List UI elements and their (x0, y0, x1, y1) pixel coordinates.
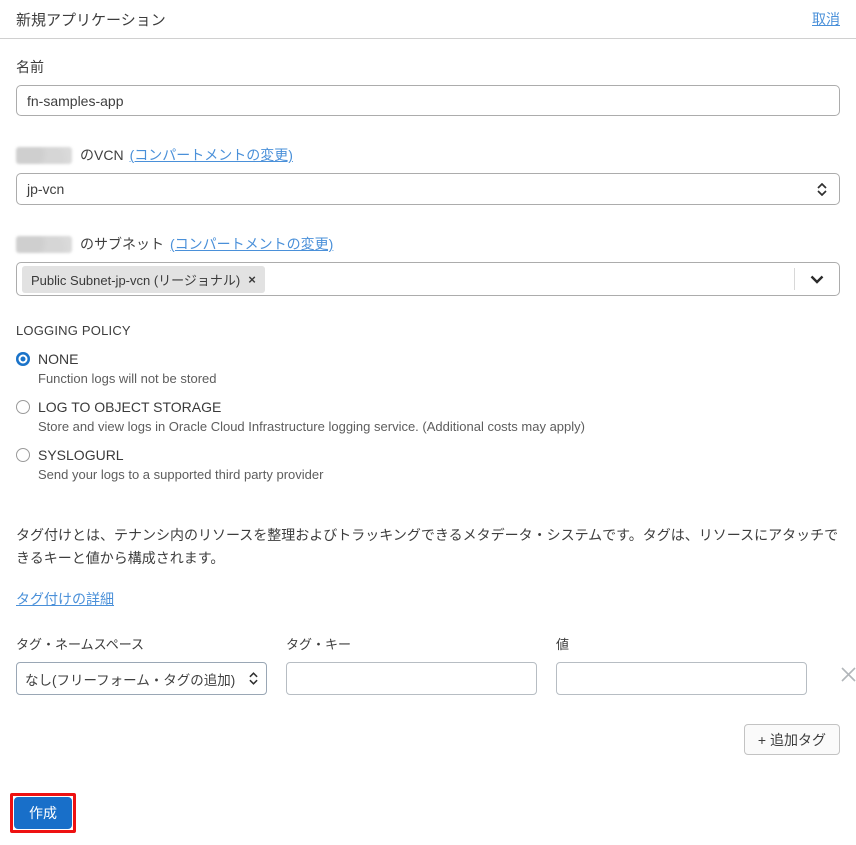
create-button[interactable]: 作成 (14, 797, 72, 829)
subnet-label-row: のサブネット (コンパートメントの変更) (16, 234, 840, 254)
tag-key-column: タグ・キー (286, 634, 537, 695)
page-title: 新規アプリケーション (16, 11, 166, 29)
tagging-description: タグ付けとは、テナンシ内のリソースを整理およびトラッキングできるメタデータ・シス… (16, 527, 839, 566)
annotation-highlight-box: 作成 (10, 793, 76, 833)
radio-icon[interactable] (16, 400, 30, 414)
subnet-change-compartment-link[interactable]: (コンパートメントの変更) (170, 234, 333, 254)
name-label: 名前 (16, 59, 44, 75)
chip-remove-icon[interactable]: × (248, 273, 256, 286)
dialog-footer: 作成 (10, 793, 840, 845)
chevron-down-icon[interactable] (795, 275, 839, 284)
subnet-label: のサブネット (80, 236, 164, 252)
redacted-compartment-name (16, 235, 72, 253)
tagging-details-link[interactable]: タグ付けの詳細 (16, 589, 114, 609)
radio-description: Send your logs to a supported third part… (38, 467, 324, 482)
tag-namespace-column: タグ・ネームスペース なし(フリーフォーム・タグの追加) (16, 634, 267, 695)
radio-option-object-storage[interactable]: LOG TO OBJECT STORAGE (16, 399, 840, 415)
tag-key-label: タグ・キー (286, 637, 352, 652)
radio-option-syslogurl[interactable]: SYSLOGURL (16, 447, 840, 463)
multiselect-controls (794, 263, 839, 295)
tag-value-column: 値 (556, 634, 807, 695)
subnet-chip: Public Subnet-jp-vcn (リージョナル) × (22, 265, 265, 293)
select-stepper-icon (817, 182, 827, 196)
form-body: 名前 のVCN (コンパートメントの変更) jp-vcn のサブネット (コンパ… (0, 57, 856, 845)
dialog-header: 新規アプリケーション 取消 (0, 0, 856, 39)
radio-description: Function logs will not be stored (38, 371, 217, 386)
tag-namespace-value: なし(フリーフォーム・タグの追加) (25, 672, 236, 688)
tag-namespace-label: タグ・ネームスペース (16, 637, 145, 652)
remove-tag-row-icon[interactable] (838, 664, 856, 690)
name-input[interactable] (16, 85, 840, 116)
radio-icon-selected[interactable] (16, 352, 30, 366)
tag-value-input[interactable] (556, 662, 807, 695)
cancel-link[interactable]: 取消 (812, 9, 840, 29)
radio-option-none[interactable]: NONE (16, 351, 840, 367)
add-tag-row: + 追加タグ (16, 724, 840, 755)
add-tag-button[interactable]: + 追加タグ (743, 724, 840, 755)
vcn-label: のVCN (80, 147, 124, 163)
vcn-change-compartment-link[interactable]: (コンパートメントの変更) (130, 145, 293, 165)
logging-policy-title: LOGGING POLICY (16, 323, 131, 338)
select-stepper-icon (249, 672, 258, 685)
radio-description: Store and view logs in Oracle Cloud Infr… (38, 419, 585, 434)
tag-key-input[interactable] (286, 662, 537, 695)
tag-row: タグ・ネームスペース なし(フリーフォーム・タグの追加) タグ・キー 値 (16, 634, 856, 695)
subnet-chip-label: Public Subnet-jp-vcn (リージョナル) (31, 272, 241, 288)
tag-namespace-select[interactable]: なし(フリーフォーム・タグの追加) (16, 662, 267, 695)
vcn-select[interactable]: jp-vcn (16, 173, 840, 205)
vcn-label-row: のVCN (コンパートメントの変更) (16, 145, 840, 165)
radio-icon[interactable] (16, 448, 30, 462)
vcn-selected-value: jp-vcn (27, 181, 65, 197)
subnet-multiselect[interactable]: Public Subnet-jp-vcn (リージョナル) × (16, 262, 840, 296)
redacted-compartment-name (16, 146, 72, 164)
tag-value-label: 値 (556, 637, 570, 652)
